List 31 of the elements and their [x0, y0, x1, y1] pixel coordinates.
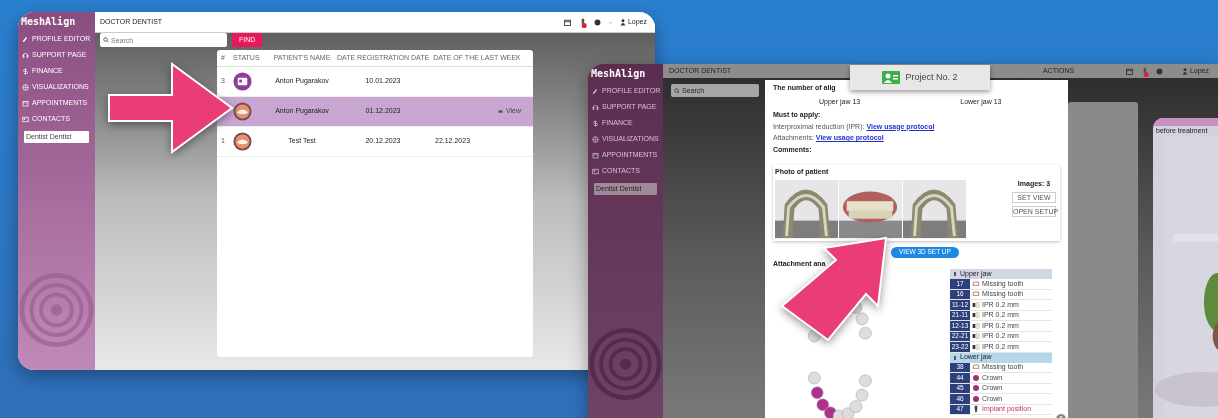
- pencil-icon: [22, 36, 29, 43]
- project-title: Project No. 2: [905, 70, 958, 84]
- user-icon: [1181, 67, 1188, 75]
- eye-icon: [496, 109, 504, 114]
- contact-card-icon: [22, 116, 29, 123]
- headset-icon: [592, 104, 599, 111]
- ipr-tooth-icon: [972, 300, 980, 309]
- caret-icon: [607, 19, 613, 25]
- app-logo: MeshAlign: [21, 16, 77, 28]
- missing-tooth-icon: [972, 363, 980, 372]
- calendar-icon: [1125, 67, 1133, 75]
- contact-card-icon: [592, 168, 599, 175]
- aligner-icon: [233, 132, 252, 151]
- calendar-icon: [563, 18, 571, 26]
- search-icon: [674, 88, 680, 94]
- aligner-icon: [233, 102, 252, 121]
- implant-icon: [972, 405, 980, 414]
- contact-card-icon: [882, 71, 901, 84]
- dollar-icon: [22, 68, 29, 75]
- missing-tooth-icon: [972, 290, 980, 299]
- id-card-icon: [233, 72, 252, 91]
- calendar-icon: [592, 152, 599, 159]
- headset-icon: [22, 52, 29, 59]
- arrow-icon: [107, 62, 235, 155]
- user-icon: [619, 18, 626, 26]
- app-logo: MeshAlign: [591, 68, 647, 80]
- missing-tooth-icon: [972, 279, 980, 288]
- dollar-icon: [592, 120, 599, 127]
- pencil-icon: [592, 88, 599, 95]
- calendar-icon: [22, 100, 29, 107]
- search-icon: [103, 37, 109, 43]
